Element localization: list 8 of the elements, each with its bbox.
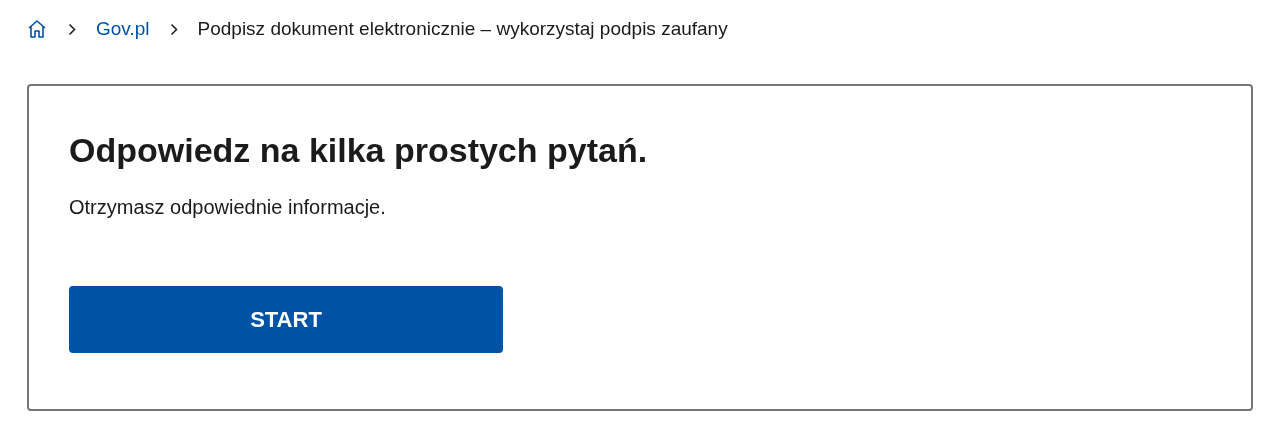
breadcrumb-link[interactable]: Gov.pl [96, 14, 150, 44]
description: Otrzymasz odpowiednie informacje. [69, 195, 387, 220]
chevron-right-icon [68, 22, 76, 36]
breadcrumb-current: Podpisz dokument elektronicznie – wykorzystaj podpis zaufany [197, 16, 728, 41]
heading: Odpowiedz na kilka prostych pytań. [69, 130, 649, 171]
start-button[interactable]: START [69, 286, 503, 353]
chevron-right-icon [169, 22, 178, 36]
home-icon[interactable] [26, 18, 48, 40]
